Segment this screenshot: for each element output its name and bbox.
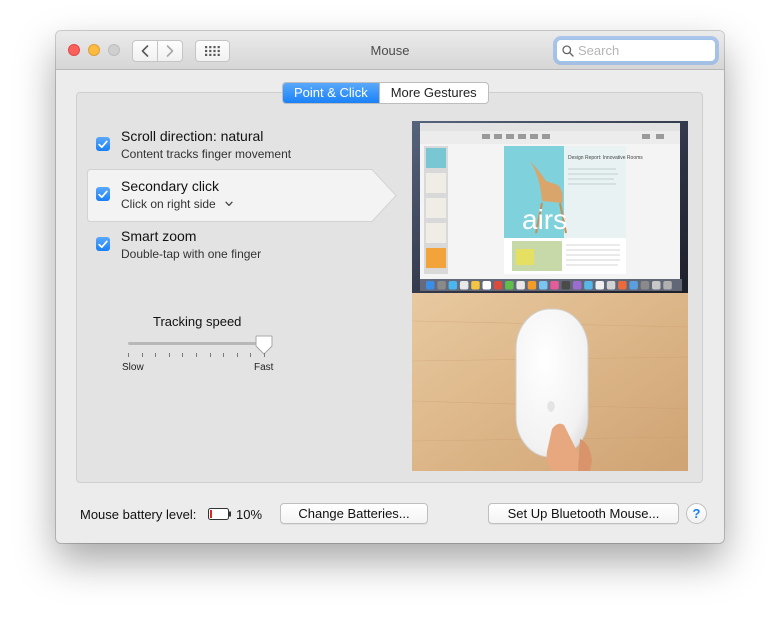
search-input[interactable] (578, 43, 708, 58)
dock-app-icon (493, 281, 503, 290)
tab-bar: Point & Click More Gestures (282, 82, 489, 104)
slider-max-label: Fast (254, 362, 274, 373)
tracking-speed-label: Tracking speed (153, 314, 242, 329)
dock-app-icon (426, 281, 435, 290)
dock-app-icon (448, 281, 458, 290)
slider-tick (250, 353, 252, 357)
doc-big-text: airs (522, 204, 567, 235)
dock-app-icon (482, 281, 491, 290)
gesture-preview-video: Design Report: Innovative Rooms airs (412, 121, 688, 471)
slider-tick (155, 353, 157, 357)
dock-app-icon (539, 281, 548, 290)
secondary-click-checkbox[interactable] (96, 187, 110, 201)
dock-app-icon (663, 281, 672, 290)
battery-level-value: 10% (236, 507, 263, 522)
dock-app-icon (652, 281, 661, 290)
dock-app-icon (629, 281, 638, 290)
battery-level-label: Mouse battery level: (80, 507, 197, 522)
option-title: Secondary click (121, 178, 220, 194)
slider-tick (196, 353, 197, 357)
dock-app-icon (618, 281, 627, 290)
selected-option-highlight (87, 169, 397, 222)
slider-tick (236, 353, 238, 357)
checkmark-icon (98, 190, 108, 198)
dock-app-icon (527, 281, 537, 290)
secondary-click-popup[interactable]: Click on right side (121, 197, 233, 211)
dock-app-icon (584, 281, 593, 290)
dock-app-icon (561, 281, 571, 290)
slider-tick (128, 353, 129, 357)
change-batteries-button[interactable]: Change Batteries... (280, 503, 428, 524)
dock-app-icon (516, 281, 525, 290)
tracking-speed-track[interactable] (128, 342, 266, 345)
title-bar: Mouse (56, 31, 724, 70)
scroll-direction-checkbox[interactable] (96, 137, 110, 151)
battery-icon (208, 508, 231, 520)
preferences-window: Mouse Point & Click More Gestures Scroll… (56, 31, 724, 543)
dock-app-icon (471, 281, 480, 290)
dock-app-icon (595, 281, 604, 290)
option-subtitle: Click on right side (121, 197, 216, 211)
dock-app-icon (606, 281, 616, 290)
checkmark-icon (98, 140, 108, 148)
slider-tick (182, 353, 184, 357)
dock-app-icon (572, 281, 582, 290)
option-subtitle: Double-tap with one finger (121, 247, 262, 261)
option-subtitle: Content tracks finger movement (121, 147, 292, 161)
search-field[interactable] (556, 39, 716, 62)
dock-app-icon (550, 281, 559, 290)
tab-point-and-click[interactable]: Point & Click (283, 83, 379, 103)
help-button[interactable]: ? (686, 503, 707, 524)
doc-heading: Design Report: Innovative Rooms (568, 155, 643, 161)
slider-tick (264, 353, 265, 357)
option-title: Smart zoom (121, 228, 197, 244)
search-icon (562, 44, 574, 57)
tab-more-gestures[interactable]: More Gestures (378, 83, 488, 103)
option-title: Scroll direction: natural (121, 128, 264, 144)
chevron-down-icon (225, 201, 233, 207)
checkmark-icon (98, 240, 108, 248)
slider-tick (223, 353, 225, 357)
dock-app-icon (437, 281, 446, 290)
slider-tick (209, 353, 211, 357)
slider-min-label: Slow (122, 362, 144, 373)
dock-app-icon (640, 281, 650, 290)
tracking-speed-knob[interactable] (255, 335, 273, 355)
set-up-bluetooth-mouse-button[interactable]: Set Up Bluetooth Mouse... (488, 503, 679, 524)
smart-zoom-checkbox[interactable] (96, 237, 110, 251)
slider-tick (168, 353, 170, 357)
dock-app-icon (505, 281, 514, 290)
dock-app-icon (459, 281, 469, 290)
slider-tick (141, 353, 143, 357)
